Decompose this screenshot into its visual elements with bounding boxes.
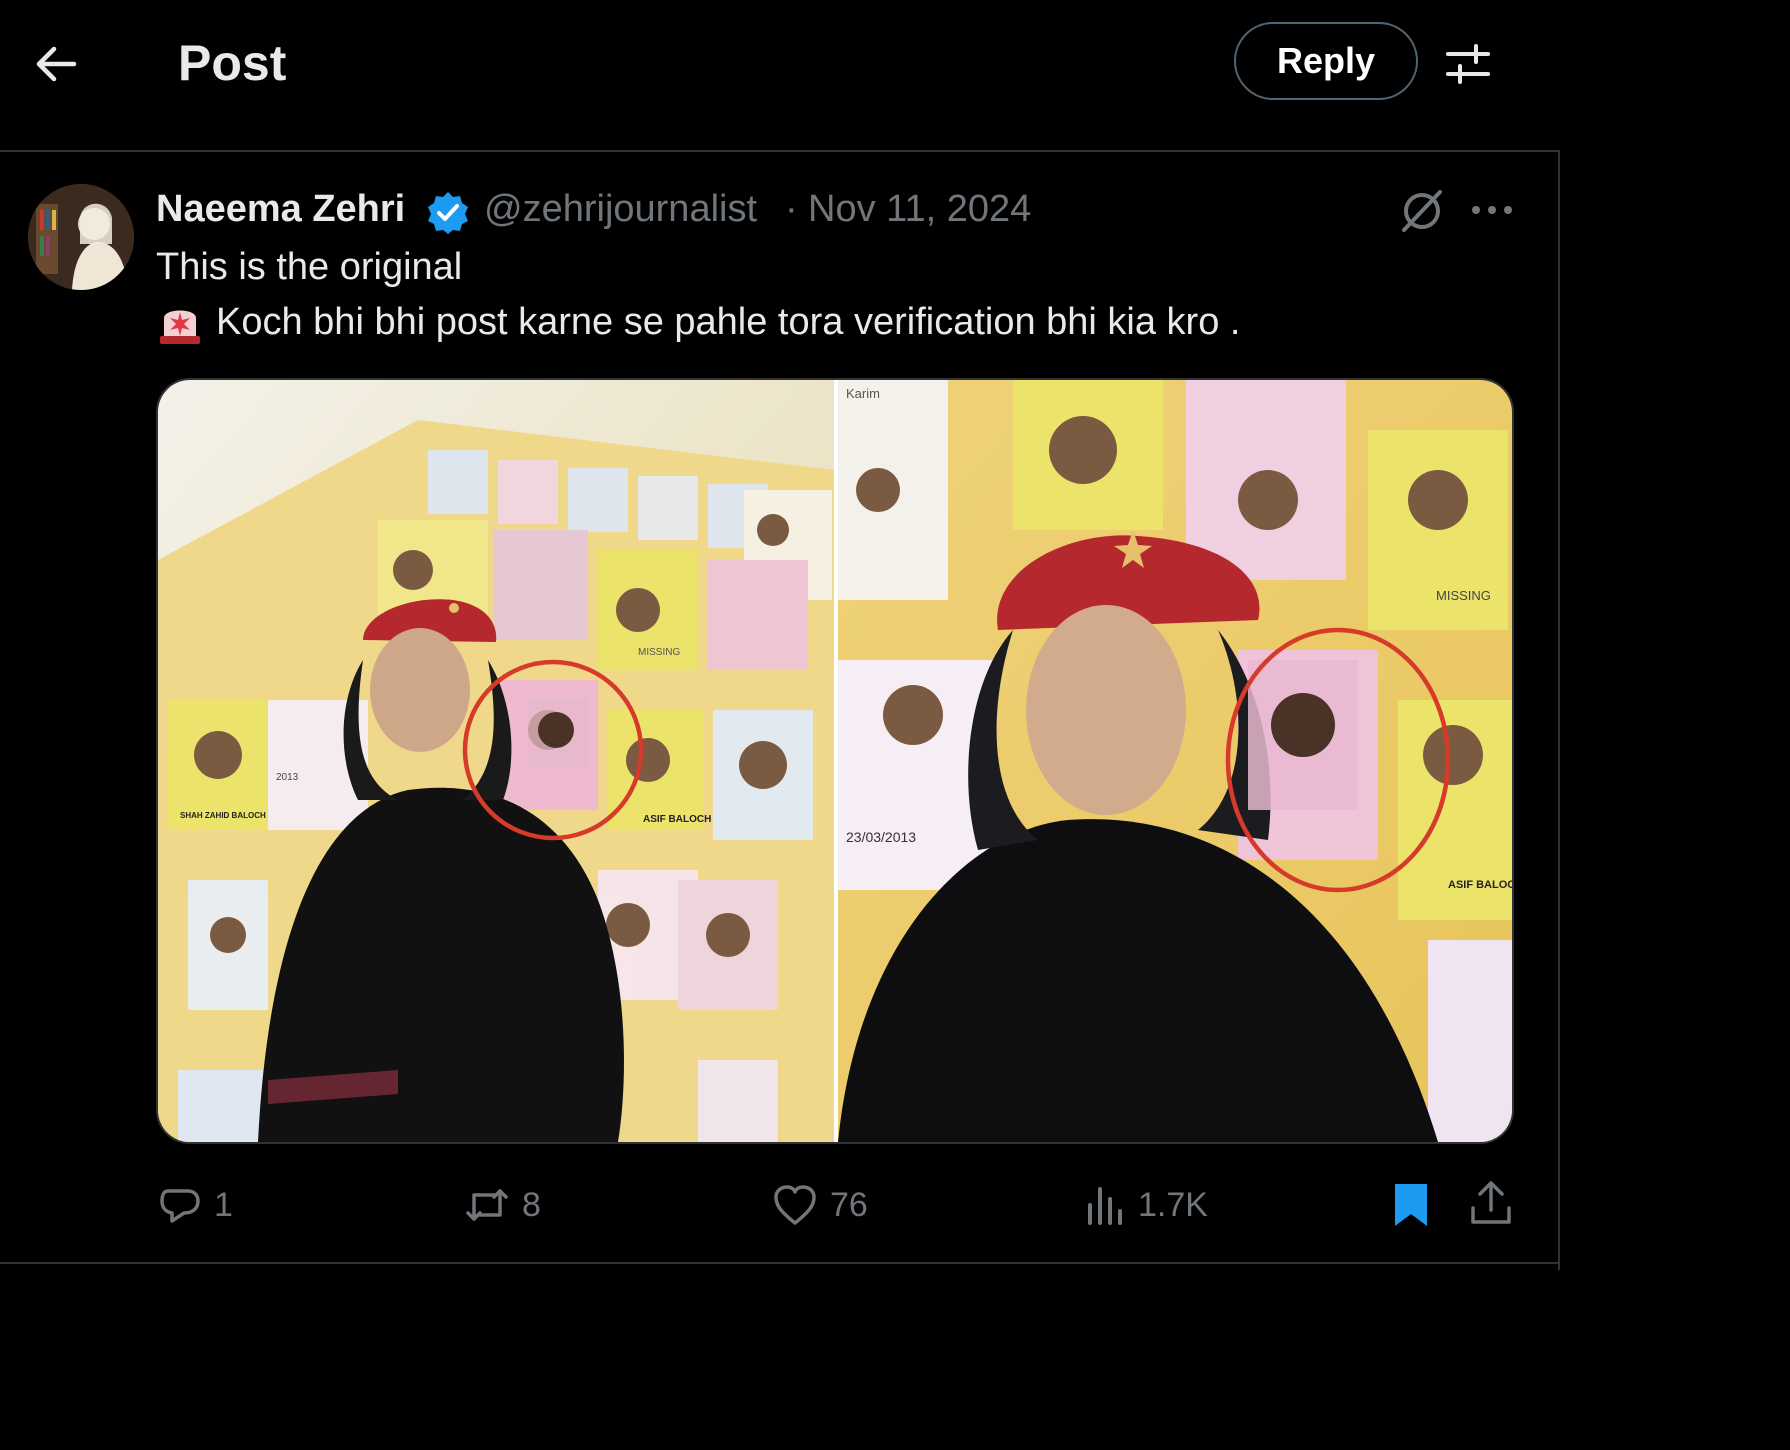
sliders-icon — [1446, 44, 1490, 84]
reply-count: 1 — [214, 1185, 233, 1224]
repost-count: 8 — [522, 1185, 541, 1224]
right-poster-label-4: Karim — [846, 386, 880, 401]
meta-separator: · — [785, 188, 798, 230]
heart-icon — [774, 1185, 816, 1225]
left-poster-label-4: 2013 — [276, 772, 299, 783]
like-action[interactable]: 76 — [772, 1180, 868, 1230]
back-button[interactable] — [30, 40, 82, 88]
post-date[interactable]: Nov 11, 2024 — [808, 188, 1031, 231]
tweet-text-line2: Koch bhi bhi post karne se pahle tora ve… — [156, 298, 1240, 346]
arrow-left-icon — [36, 46, 77, 82]
bookmark-button[interactable] — [1390, 1180, 1432, 1230]
tweet-text-line2-content: Koch bhi bhi post karne se pahle tora ve… — [216, 300, 1241, 343]
reply-icon — [160, 1189, 200, 1223]
repost-action[interactable]: 8 — [464, 1180, 541, 1230]
repost-icon — [466, 1189, 508, 1221]
reply-button[interactable]: Reply — [1234, 22, 1418, 100]
grok-icon — [1402, 190, 1442, 232]
top-bar: Post Reply — [0, 0, 1560, 152]
avatar[interactable] — [28, 184, 134, 290]
page-title: Post — [178, 35, 287, 91]
analytics-icon — [1088, 1187, 1122, 1225]
share-icon — [1471, 1181, 1511, 1224]
left-photo[interactable]: MISSING ASIF BALOCH SHAH ZAHID BALOCH 20… — [158, 380, 834, 1142]
left-poster-label-2: ASIF BALOCH — [643, 814, 711, 825]
left-poster-label-1: MISSING — [638, 647, 680, 658]
grok-button[interactable] — [1398, 188, 1446, 234]
right-photo[interactable]: MISSING ASIF BALOCH 23/03/2013 Karim — [838, 380, 1512, 1142]
bottom-divider — [0, 1262, 1560, 1264]
author-handle[interactable]: @zehrijournalist — [484, 188, 757, 231]
right-poster-label-2: ASIF BALOCH — [1448, 879, 1512, 891]
author-name[interactable]: Naeema Zehri — [156, 188, 405, 231]
views-count: 1.7K — [1138, 1185, 1208, 1224]
post-media[interactable]: MISSING ASIF BALOCH SHAH ZAHID BALOCH 20… — [156, 378, 1514, 1144]
share-button[interactable] — [1468, 1178, 1514, 1228]
reply-action[interactable]: 1 — [158, 1180, 233, 1230]
views-action[interactable]: 1.7K — [1084, 1180, 1208, 1230]
right-poster-label-3: 23/03/2013 — [846, 829, 916, 845]
settings-button[interactable] — [1444, 42, 1492, 86]
left-poster-label-3: SHAH ZAHID BALOCH — [180, 811, 266, 820]
more-horizontal-icon — [1472, 206, 1512, 214]
more-button[interactable] — [1470, 196, 1514, 224]
right-poster-label-1: MISSING — [1436, 588, 1491, 603]
verified-badge-icon — [428, 192, 468, 234]
like-count: 76 — [830, 1185, 868, 1224]
bookmark-filled-icon — [1395, 1184, 1427, 1226]
column-border — [1558, 150, 1560, 1270]
rotating-light-icon — [160, 310, 200, 344]
tweet-text-line1: This is the original — [156, 246, 463, 288]
